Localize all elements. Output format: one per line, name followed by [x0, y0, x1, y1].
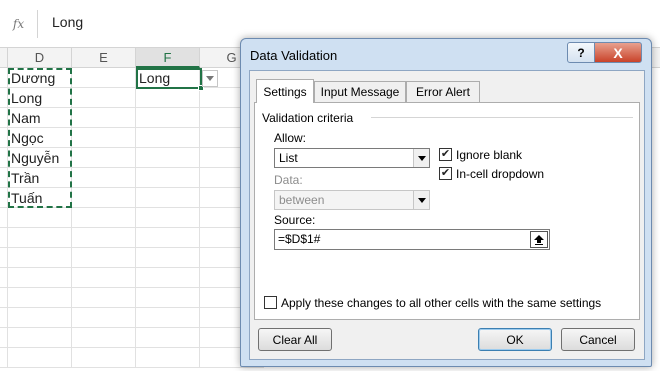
- formula-input[interactable]: Long: [52, 14, 83, 30]
- cell-e13[interactable]: [72, 308, 136, 328]
- ok-label: OK: [506, 332, 524, 347]
- criteria-divider: [371, 117, 633, 118]
- help-icon: ?: [577, 45, 585, 60]
- incell-dropdown-checkbox[interactable]: ✔: [439, 167, 452, 180]
- chevron-down-icon: [417, 197, 426, 203]
- checkmark-icon: ✔: [440, 167, 451, 179]
- column-header-c-edge: [0, 48, 8, 68]
- data-label: Data:: [274, 173, 303, 187]
- cell-f3[interactable]: [136, 108, 200, 128]
- chevron-down-icon: [206, 76, 214, 81]
- cell-f13[interactable]: [136, 308, 200, 328]
- collapse-arrow-icon: [534, 234, 544, 245]
- allow-dropdown-button[interactable]: [413, 149, 429, 167]
- ignore-blank-label: Ignore blank: [456, 148, 523, 162]
- cancel-label: Cancel: [579, 332, 617, 347]
- ok-button[interactable]: OK: [478, 328, 552, 351]
- tab-settings[interactable]: Settings: [256, 79, 314, 103]
- cancel-button[interactable]: Cancel: [561, 328, 635, 351]
- cell-f15[interactable]: [136, 348, 200, 368]
- allow-select[interactable]: List: [274, 148, 430, 168]
- cell-e7[interactable]: [72, 188, 136, 208]
- cell-f7[interactable]: [136, 188, 200, 208]
- column-header-f[interactable]: F: [136, 48, 200, 68]
- allow-label: Allow:: [274, 131, 307, 145]
- cell-e10[interactable]: [72, 248, 136, 268]
- clear-all-label: Clear All: [272, 332, 318, 347]
- criteria-heading: Validation criteria: [262, 111, 354, 125]
- cell-e11[interactable]: [72, 268, 136, 288]
- function-icon[interactable]: fx: [0, 10, 38, 38]
- chevron-down-icon: [417, 155, 426, 161]
- tab-input-message[interactable]: Input Message: [314, 81, 406, 102]
- clear-all-button[interactable]: Clear All: [258, 328, 332, 351]
- close-button[interactable]: X: [594, 42, 642, 63]
- cell-e9[interactable]: [72, 228, 136, 248]
- data-validation-dialog: Data Validation ? X Settings Input Messa…: [240, 38, 652, 367]
- apply-all-checkbox[interactable]: [264, 296, 277, 309]
- dialog-body: Settings Input Message Error Alert Valid…: [249, 70, 645, 360]
- cell-f10[interactable]: [136, 248, 200, 268]
- apply-all-label: Apply these changes to all other cells w…: [281, 296, 602, 310]
- cell-dropdown-button[interactable]: [202, 70, 218, 87]
- data-select[interactable]: between: [274, 190, 430, 210]
- source-label: Source:: [274, 213, 316, 227]
- settings-panel: Validation criteria Allow: List ✔ Ignore…: [254, 102, 640, 320]
- cell-d11[interactable]: [8, 268, 72, 288]
- ignore-blank-checkbox[interactable]: ✔: [439, 148, 452, 161]
- tab-input-message-label: Input Message: [320, 85, 400, 99]
- cell-f2[interactable]: [136, 88, 200, 108]
- source-input[interactable]: =$D$1#: [274, 229, 550, 250]
- column-header-e[interactable]: E: [72, 48, 136, 68]
- cell-e3[interactable]: [72, 108, 136, 128]
- cell-e1[interactable]: [72, 68, 136, 88]
- cell-e4[interactable]: [72, 128, 136, 148]
- cell-d12[interactable]: [8, 288, 72, 308]
- cell-e2[interactable]: [72, 88, 136, 108]
- cell-d8[interactable]: [8, 208, 72, 228]
- cell-e8[interactable]: [72, 208, 136, 228]
- cell-f6[interactable]: [136, 168, 200, 188]
- cell-f9[interactable]: [136, 228, 200, 248]
- tab-error-alert-label: Error Alert: [415, 85, 470, 99]
- tab-error-alert[interactable]: Error Alert: [406, 81, 480, 102]
- close-icon: X: [613, 44, 623, 61]
- tab-settings-label: Settings: [263, 84, 307, 99]
- cell-f12[interactable]: [136, 288, 200, 308]
- copy-range-marquee: [8, 68, 72, 208]
- data-dropdown-button[interactable]: [413, 191, 429, 209]
- help-button[interactable]: ?: [567, 42, 595, 63]
- cell-f14[interactable]: [136, 328, 200, 348]
- checkmark-icon: ✔: [440, 148, 451, 160]
- column-header-d[interactable]: D: [8, 48, 72, 68]
- cell-e5[interactable]: [72, 148, 136, 168]
- dialog-title: Data Validation: [250, 48, 338, 63]
- source-input-value: =$D$1#: [278, 232, 321, 246]
- active-cell-border: [136, 68, 202, 89]
- cell-e6[interactable]: [72, 168, 136, 188]
- cell-e15[interactable]: [72, 348, 136, 368]
- cell-f4[interactable]: [136, 128, 200, 148]
- cell-e12[interactable]: [72, 288, 136, 308]
- cell-d15[interactable]: [8, 348, 72, 368]
- cell-d14[interactable]: [8, 328, 72, 348]
- incell-dropdown-label: In-cell dropdown: [456, 167, 545, 181]
- allow-select-value: List: [279, 151, 298, 165]
- collapse-dialog-button[interactable]: [530, 231, 548, 248]
- fx-label: fx: [12, 17, 25, 31]
- data-select-value: between: [279, 193, 325, 207]
- cell-d9[interactable]: [8, 228, 72, 248]
- cell-f5[interactable]: [136, 148, 200, 168]
- cell-e14[interactable]: [72, 328, 136, 348]
- cell-f8[interactable]: [136, 208, 200, 228]
- cell-f11[interactable]: [136, 268, 200, 288]
- cell-d13[interactable]: [8, 308, 72, 328]
- cell-d10[interactable]: [8, 248, 72, 268]
